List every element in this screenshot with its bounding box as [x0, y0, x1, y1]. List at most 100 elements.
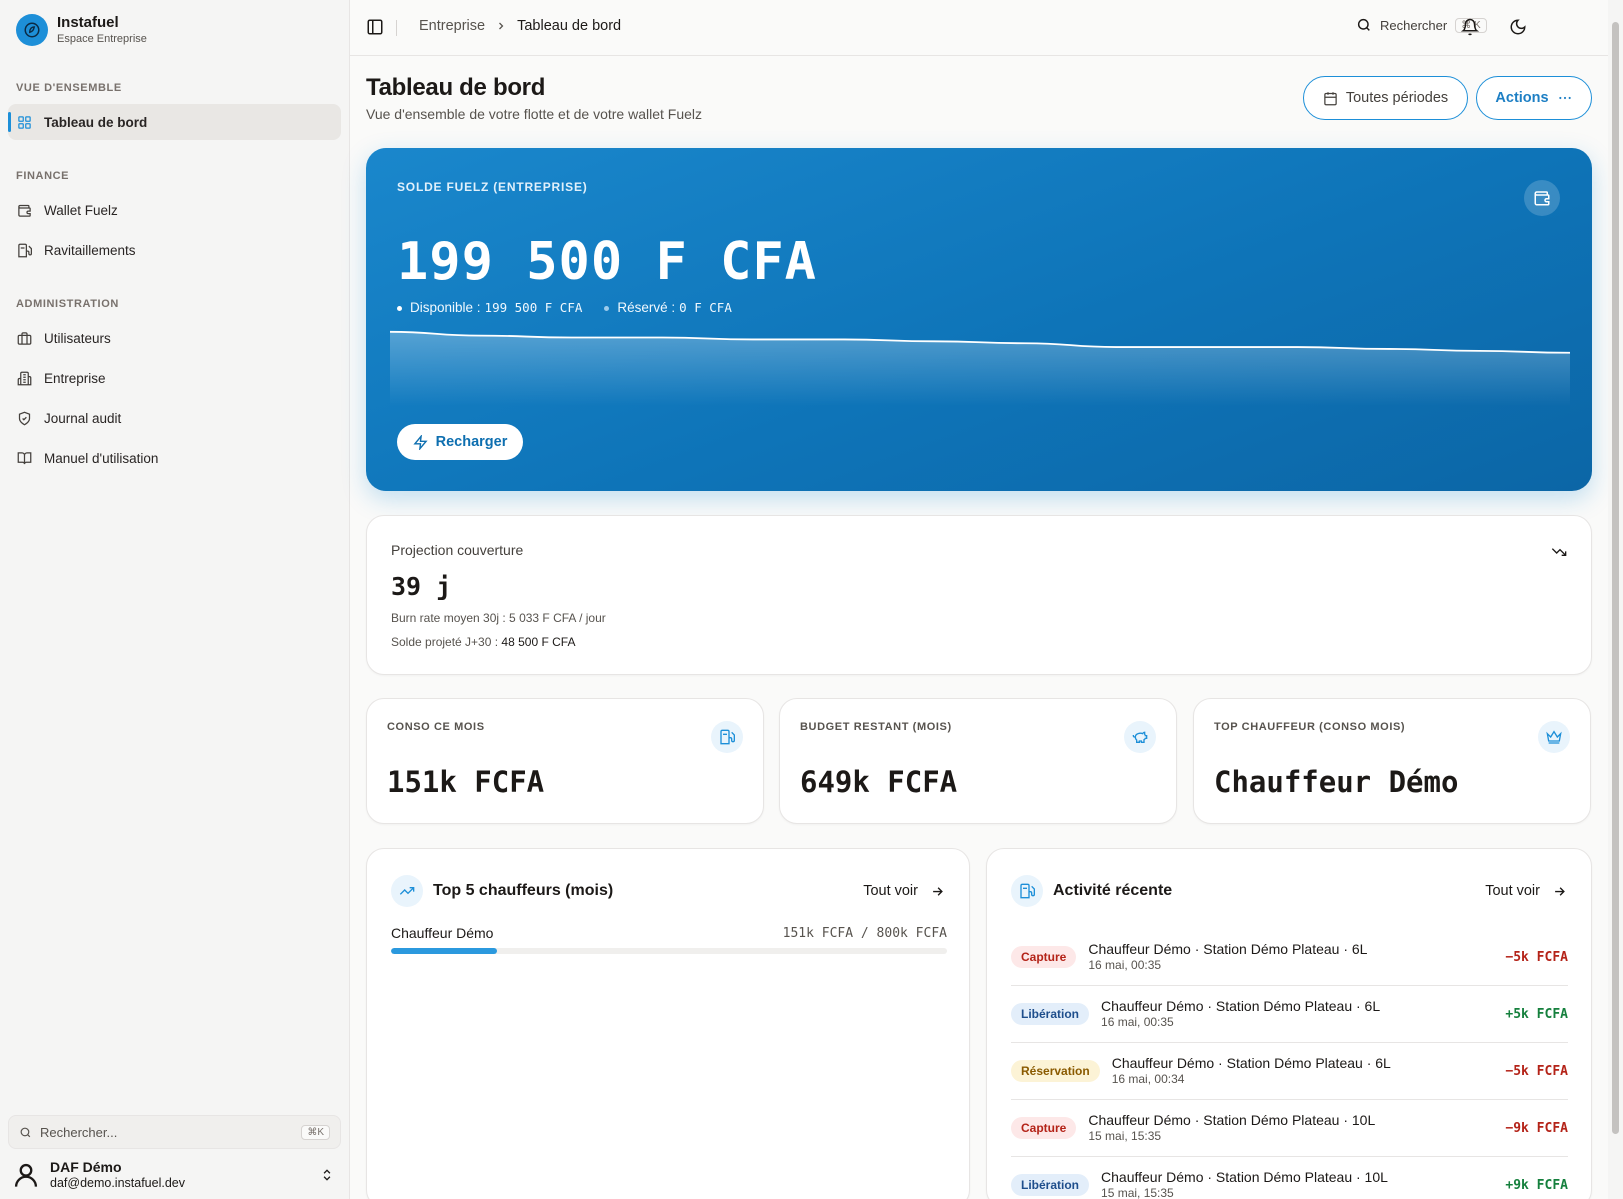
coverage-projection-card: Projection couverture 39 j Burn rate moy… [366, 515, 1592, 675]
recharge-label: Recharger [435, 434, 508, 450]
stat-label: BUDGET RESTANT (MOIS) [800, 721, 952, 733]
brand[interactable]: Instafuel Espace Entreprise [16, 14, 147, 46]
page-subtitle: Vue d'ensemble de votre flotte et de vot… [366, 106, 703, 122]
chevron-right-icon [499, 22, 504, 30]
balance-card: SOLDE FUELZ (ENTREPRISE) 199 500 F CFA D… [366, 148, 1592, 491]
sidebar-item-users[interactable]: Utilisateurs [8, 320, 341, 356]
stat-card-budget: BUDGET RESTANT (MOIS) 649k FCFA [779, 698, 1177, 824]
top-drivers-see-all-link[interactable]: Tout voir [863, 883, 945, 899]
breadcrumb: Entreprise Tableau de bord [419, 18, 621, 34]
trending-down-icon [1551, 548, 1567, 556]
balance-reserved: Réservé :0 F CFA [604, 300, 732, 315]
arrow-right-icon [933, 886, 943, 896]
topbar: Entreprise Tableau de bord Rechercher ⌘ … [350, 0, 1608, 56]
user-menu[interactable]: DAF Démo daf@demo.instafuel.dev [12, 1157, 342, 1193]
sidebar-item-company[interactable]: Entreprise [8, 360, 341, 396]
shield-icon [18, 411, 31, 425]
activity-amount: +9k FCFA [1505, 1177, 1568, 1193]
top-drivers-header: Top 5 chauffeurs (mois) Tout voir [391, 875, 945, 907]
table-row[interactable]: Libération Chauffeur Démo · Station Démo… [1011, 986, 1568, 1043]
actions-button[interactable]: Actions [1476, 76, 1592, 120]
balance-available: Disponible :199 500 F CFA [397, 300, 582, 315]
sidebar-item-label: Utilisateurs [44, 330, 111, 346]
recent-activity-header: Activité récente Tout voir [1011, 875, 1567, 907]
table-row[interactable]: Réservation Chauffeur Démo · Station Dém… [1011, 1043, 1568, 1100]
grid-icon [18, 115, 31, 129]
status-badge: Capture [1011, 946, 1077, 968]
calendar-icon [1324, 91, 1337, 105]
sidebar-item-audit[interactable]: Journal audit [8, 400, 341, 436]
chevrons-up-down-icon [323, 1169, 331, 1181]
brand-subtitle: Espace Entreprise [57, 33, 147, 45]
sidebar-item-label: Ravitaillements [44, 242, 136, 258]
projection-title: Projection couverture [391, 542, 524, 558]
more-horizontal-icon [1558, 96, 1571, 100]
stat-value: Chauffeur Démo [1214, 765, 1459, 799]
page-scrollbar[interactable] [1608, 0, 1623, 1199]
search-icon [20, 1127, 31, 1137]
book-icon [17, 451, 32, 464]
status-badge: Réservation [1011, 1060, 1100, 1082]
table-row[interactable]: Libération Chauffeur Démo · Station Démo… [1011, 1157, 1568, 1199]
user-name: DAF Démo [50, 1159, 122, 1175]
sidebar-search-input[interactable]: Rechercher... ⌘K [8, 1115, 341, 1149]
brand-logo-icon [16, 14, 48, 46]
moon-icon[interactable] [1509, 18, 1527, 36]
nav-section-admin: ADMINISTRATION [16, 298, 119, 310]
wallet-icon [18, 204, 31, 217]
balance-sparkline [390, 330, 1570, 406]
sidebar-item-wallet[interactable]: Wallet Fuelz [8, 192, 341, 228]
recharge-button[interactable]: Recharger [397, 424, 523, 460]
activity-time: 16 mai, 00:35 [1101, 1015, 1174, 1029]
crown-icon [1538, 721, 1570, 753]
activity-amount: −5k FCFA [1505, 1063, 1568, 1079]
recent-activity-panel: Activité récente Tout voir Capture Chauf… [986, 848, 1592, 1199]
scrollbar-thumb[interactable] [1612, 22, 1619, 1134]
table-row[interactable]: Capture Chauffeur Démo · Station Démo Pl… [1011, 1100, 1568, 1157]
period-filter-button[interactable]: Toutes périodes [1303, 76, 1468, 120]
breadcrumb-item-current: Tableau de bord [517, 18, 622, 34]
driver-name: Chauffeur Démo [391, 925, 494, 941]
balance-label: SOLDE FUELZ (ENTREPRISE) [397, 180, 588, 194]
brand-name: Instafuel [57, 14, 119, 31]
sidebar: Instafuel Espace Entreprise VUE D'ENSEMB… [0, 0, 350, 1199]
activity-time: 16 mai, 00:35 [1088, 958, 1162, 972]
activity-see-all-link[interactable]: Tout voir [1485, 883, 1567, 899]
bell-icon[interactable] [1461, 18, 1479, 36]
projected-value: 48 500 F CFA [501, 635, 576, 649]
sidebar-item-dashboard[interactable]: Tableau de bord [8, 104, 341, 140]
available-dot [397, 305, 402, 311]
sidebar-toggle-icon[interactable] [366, 18, 384, 36]
top-drivers-panel: Top 5 chauffeurs (mois) Tout voir Chauff… [366, 848, 970, 1199]
search-icon [1357, 18, 1370, 31]
available-label: Disponible : [410, 300, 481, 315]
fuel-pump-icon [1011, 875, 1043, 907]
sidebar-item-refuels[interactable]: Ravitaillements [8, 232, 341, 268]
driver-progress-fill [391, 948, 497, 954]
briefcase-icon [17, 331, 32, 345]
list-item[interactable]: Chauffeur Démo 151k FCFA / 800k FCFA [391, 925, 947, 954]
activity-description: Chauffeur Démo · Station Démo Plateau · … [1101, 998, 1381, 1014]
sidebar-item-label: Tableau de bord [44, 114, 148, 130]
arrow-right-icon [1555, 886, 1565, 896]
stat-label: CONSO CE MOIS [387, 721, 485, 733]
status-badge: Capture [1011, 1117, 1077, 1139]
table-row[interactable]: Capture Chauffeur Démo · Station Démo Pl… [1011, 929, 1568, 986]
sidebar-item-label: Journal audit [44, 410, 122, 426]
breadcrumb-item-company[interactable]: Entreprise [419, 18, 485, 34]
driver-consumption: 151k FCFA / 800k FCFA [782, 925, 947, 941]
sidebar-item-label: Wallet Fuelz [44, 202, 118, 218]
building-icon [17, 371, 32, 385]
projection-value: 39 j [391, 572, 452, 601]
see-all-label: Tout voir [863, 883, 918, 899]
sidebar-item-manual[interactable]: Manuel d'utilisation [8, 440, 341, 476]
stat-value: 151k FCFA [387, 765, 545, 799]
reserved-dot [604, 305, 610, 311]
sidebar-search-placeholder: Rechercher... [40, 1124, 118, 1140]
zap-icon [413, 434, 428, 450]
activity-amount: +5k FCFA [1505, 1006, 1568, 1022]
status-badge: Libération [1011, 1003, 1090, 1025]
projection-balance: Solde projeté J+30 : 48 500 F CFA [391, 635, 575, 649]
available-value: 199 500 F CFA [484, 300, 583, 315]
activity-time: 16 mai, 00:34 [1111, 1072, 1185, 1086]
